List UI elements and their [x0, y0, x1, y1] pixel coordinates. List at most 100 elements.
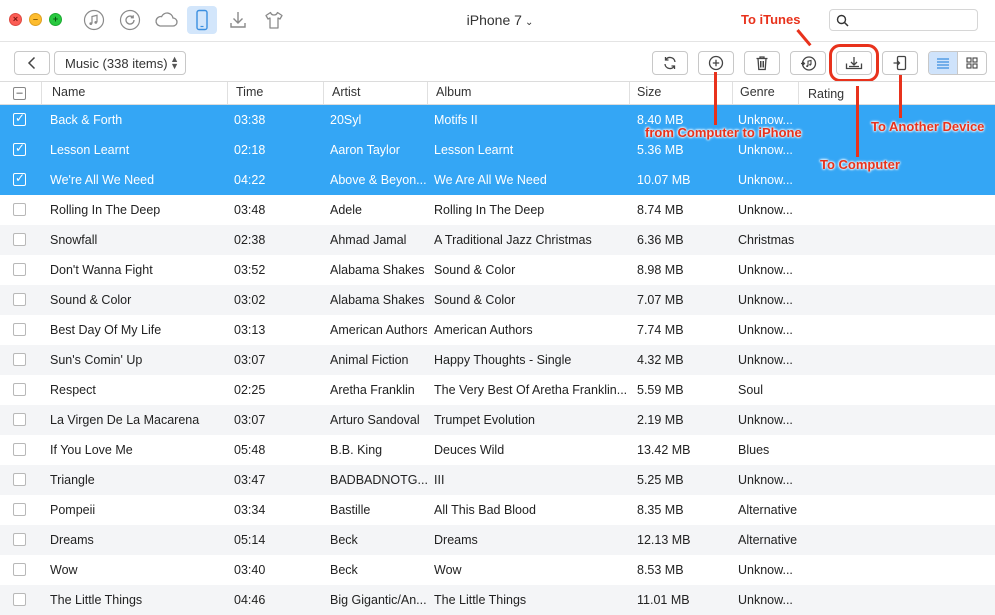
table-row[interactable]: Best Day Of My Life 03:13 American Authors… [0, 315, 995, 345]
chevron-left-icon [27, 56, 36, 70]
maximize-window-button[interactable]: + [49, 13, 62, 26]
table-row[interactable]: Rolling In The Deep 03:48 Adele Rolling In … [0, 195, 995, 225]
cell-artist: Alabama Shakes [330, 263, 425, 277]
table-row[interactable]: Wow 03:40 Beck Wow 8.53 MB Unknow... [0, 555, 995, 585]
cell-genre: Unknow... [738, 263, 793, 277]
row-checkbox[interactable] [13, 293, 26, 306]
cell-time: 02:38 [234, 233, 266, 247]
minimize-window-button[interactable]: – [29, 13, 42, 26]
cloud-icon [155, 12, 178, 27]
cell-genre: Unknow... [738, 593, 793, 607]
table-row[interactable]: If You Love Me 05:48 B.B. King Deuces Wild 1… [0, 435, 995, 465]
column-header-size[interactable]: Size [637, 85, 661, 99]
table-row[interactable]: La Virgen De La Macarena 03:07 Arturo Sand… [0, 405, 995, 435]
annotation-to-another-device: To Another Device [871, 119, 985, 134]
row-checkbox[interactable] [13, 263, 26, 276]
cell-genre: Blues [738, 443, 770, 457]
cell-artist: Above & Beyon... [330, 173, 427, 187]
column-header-time[interactable]: Time [236, 85, 263, 99]
cell-genre: Soul [738, 383, 764, 397]
downloader-tab[interactable] [223, 6, 253, 34]
column-header-name[interactable]: Name [52, 85, 85, 99]
cell-genre: Unknow... [738, 293, 793, 307]
delete-button[interactable] [744, 51, 780, 75]
table-row[interactable]: Don't Wanna Fight 03:52 Alabama Shakes Soun… [0, 255, 995, 285]
refresh-button[interactable] [652, 51, 688, 75]
cell-album: Dreams [434, 533, 478, 547]
select-all-checkbox[interactable]: – [13, 87, 26, 100]
row-checkbox[interactable] [13, 413, 26, 426]
cell-size: 6.36 MB [637, 233, 684, 247]
cell-album: III [434, 473, 445, 487]
table-row[interactable]: Triangle 03:47 BADBADNOTG... III 5.25 MB Unkn… [0, 465, 995, 495]
device-selector[interactable]: iPhone 7 ⌄ [440, 12, 560, 28]
cell-time: 05:48 [234, 443, 266, 457]
column-header-album[interactable]: Album [436, 85, 471, 99]
row-checkbox[interactable] [13, 353, 26, 366]
cell-name: Snowfall [50, 233, 98, 247]
cell-size: 4.32 MB [637, 353, 684, 367]
table-row[interactable]: Respect 02:25 Aretha Franklin The Very Best… [0, 375, 995, 405]
cell-album: American Authors [434, 323, 533, 337]
table-row[interactable]: Pompeii 03:34 Bastille All This Bad Blood 8.… [0, 495, 995, 525]
list-icon [937, 58, 949, 69]
to-computer-button[interactable] [829, 44, 879, 82]
row-checkbox[interactable] [13, 383, 26, 396]
table-row[interactable]: Snowfall 02:38 Ahmad Jamal A Traditional Ja… [0, 225, 995, 255]
device-tab[interactable] [187, 6, 217, 34]
table-row[interactable]: The Little Things 04:46 Big Gigantic/An...… [0, 585, 995, 615]
column-header-artist[interactable]: Artist [332, 85, 360, 99]
restore-tab[interactable] [115, 6, 145, 34]
cell-name: If You Love Me [50, 443, 133, 457]
column-separator [41, 82, 42, 104]
cell-album: Trumpet Evolution [434, 413, 535, 427]
cell-size: 5.25 MB [637, 473, 684, 487]
row-checkbox[interactable] [13, 503, 26, 516]
cell-name: Sound & Color [50, 293, 132, 307]
row-checkbox[interactable] [13, 323, 26, 336]
to-another-device-button[interactable] [882, 51, 918, 75]
row-checkbox[interactable] [13, 443, 26, 456]
table-row[interactable]: Back & Forth03:3820SylMotifs II8.40 MBUn… [0, 105, 995, 135]
cell-name: We're All We Need [50, 173, 155, 187]
column-header-genre[interactable]: Genre [740, 85, 775, 99]
cell-genre: Unknow... [738, 563, 793, 577]
to-itunes-button[interactable] [790, 51, 826, 75]
cell-genre: Unknow... [738, 143, 793, 157]
cell-album: Sound & Color [434, 293, 516, 307]
row-checkbox[interactable] [13, 111, 26, 126]
row-checkbox[interactable] [13, 593, 26, 606]
row-checkbox[interactable] [13, 563, 26, 576]
table-row[interactable]: Sound & Color 03:02 Alabama Shakes Sound & … [0, 285, 995, 315]
table-row[interactable]: Dreams 05:14 Beck Dreams 12.13 MB Alternative [0, 525, 995, 555]
column-header-rating[interactable]: Rating [808, 87, 844, 101]
music-note-icon [83, 9, 105, 31]
category-select[interactable]: Music (338 items) ▲ ▼ [54, 51, 186, 75]
list-view-button[interactable] [929, 52, 958, 74]
back-button[interactable] [14, 51, 50, 75]
icloud-tab[interactable] [151, 6, 181, 34]
search-input[interactable] [829, 9, 978, 31]
cell-genre: Christmas [738, 233, 795, 247]
music-tab[interactable] [79, 6, 109, 34]
cell-album: Motifs II [434, 113, 478, 127]
row-checkbox[interactable] [13, 141, 26, 156]
cell-time: 03:52 [234, 263, 266, 277]
cell-name: Lesson Learnt [50, 143, 130, 157]
row-checkbox[interactable] [13, 171, 26, 186]
grid-view-button[interactable] [958, 52, 986, 74]
cell-album: Wow [434, 563, 462, 577]
row-checkbox[interactable] [13, 233, 26, 246]
row-checkbox[interactable] [13, 533, 26, 546]
toolkit-tab[interactable] [259, 6, 289, 34]
row-checkbox[interactable] [13, 473, 26, 486]
cell-time: 03:38 [234, 113, 266, 127]
table-row[interactable]: Sun's Comin' Up 03:07 Animal Fiction Happy … [0, 345, 995, 375]
row-checkbox[interactable] [13, 203, 26, 216]
cell-artist: Beck [330, 563, 358, 577]
trash-icon [756, 56, 768, 71]
cell-size: 8.35 MB [637, 503, 684, 517]
close-window-button[interactable]: × [9, 13, 22, 26]
plus-circle-icon [708, 55, 724, 71]
cell-size: 10.07 MB [637, 173, 691, 187]
